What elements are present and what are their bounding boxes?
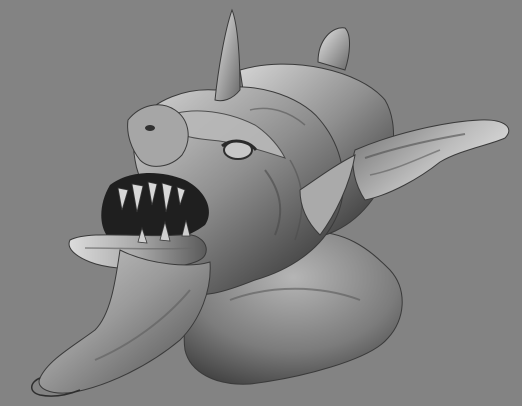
lower-jaw [38,249,211,394]
rear-horn [317,27,350,71]
sculpt-render-canvas [31,8,510,397]
front-horn [214,8,241,102]
render-viewport [0,0,522,406]
tongue-groove [84,247,196,250]
nostril [145,125,155,131]
